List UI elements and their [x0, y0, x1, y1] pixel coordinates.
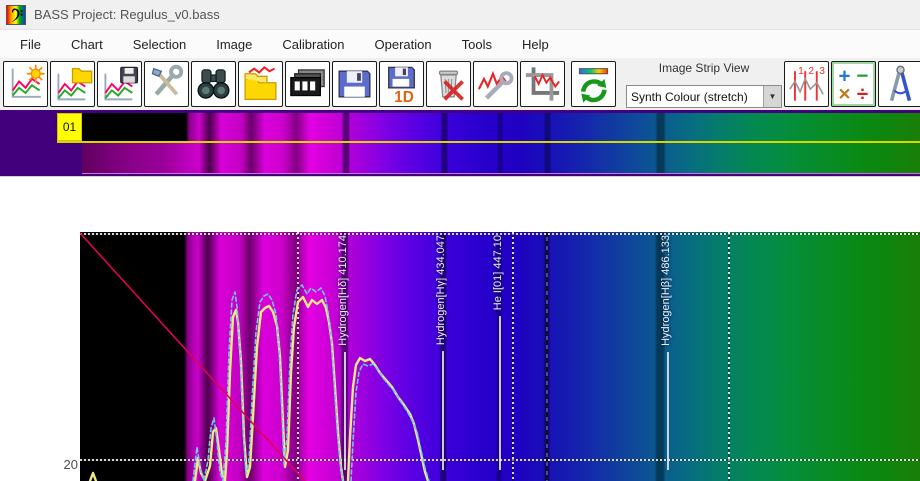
- menu-tools[interactable]: Tools: [462, 37, 492, 52]
- window-title: BASS Project: Regulus_v0.bass: [34, 7, 220, 22]
- save-project-button[interactable]: [97, 61, 142, 107]
- menu-image[interactable]: Image: [216, 37, 252, 52]
- spectral-line-label: Hydrogen[Hβ] 486.133: [660, 235, 672, 346]
- menubar: File Chart Selection Image Calibration O…: [0, 30, 920, 58]
- spectrum-plot[interactable]: Hydrogen[Hδ] 410.174 Hydrogen[Hγ] 434.047…: [80, 232, 920, 481]
- bass-window: BASS Project: Regulus_v0.bass File Chart…: [0, 0, 920, 481]
- svg-text:1: 1: [798, 66, 804, 77]
- app-icon: [6, 4, 26, 25]
- strip-bottom-line: [82, 173, 920, 174]
- menu-selection[interactable]: Selection: [133, 37, 186, 52]
- crop-profile-icon: [525, 67, 560, 101]
- compass-icon: [889, 65, 912, 102]
- y-tick-label: 20: [63, 457, 78, 472]
- svg-text:2: 2: [808, 66, 814, 77]
- floppy-1d-icon: 1D: [388, 66, 415, 105]
- spectral-line-label: Hydrogen[Hδ] 410.174: [337, 235, 349, 346]
- save-button[interactable]: [332, 61, 377, 107]
- profile-measured-curve: [88, 295, 430, 481]
- image-strip-view-label: Image Strip View: [658, 61, 750, 75]
- math-operations-button[interactable]: + − × ÷: [831, 61, 876, 107]
- strip-number-badge[interactable]: 01: [57, 113, 82, 141]
- math-operations-icon: + − × ÷: [839, 65, 869, 105]
- svg-text:÷: ÷: [857, 83, 868, 105]
- binoculars-icon: [197, 69, 230, 99]
- profile-tools-button[interactable]: [473, 61, 518, 107]
- profile-reference-curve: [192, 284, 430, 481]
- settings-button[interactable]: [144, 61, 189, 107]
- open-chart-folder-icon: [57, 67, 93, 101]
- open-profile-icon: [244, 65, 277, 101]
- element-lines-button[interactable]: 1 2 3: [784, 61, 829, 107]
- image-strip-view-group: Image Strip View Synth Colour (stretch) …: [626, 61, 782, 109]
- element-lines-icon: 1 2 3: [789, 66, 825, 101]
- save-1d-button[interactable]: 1D: [379, 61, 424, 107]
- spectral-line-leader: [667, 352, 669, 470]
- menu-operation[interactable]: Operation: [375, 37, 432, 52]
- menu-calibration[interactable]: Calibration: [282, 37, 344, 52]
- open-project-button[interactable]: [50, 61, 95, 107]
- response-slope-curve: [80, 232, 306, 481]
- menu-file[interactable]: File: [20, 37, 41, 52]
- svg-text:3: 3: [819, 66, 825, 77]
- new-chart-button[interactable]: [3, 61, 48, 107]
- strip-view-combobox[interactable]: Synth Colour (stretch) ▼: [626, 85, 782, 108]
- image-strip-panel: 01: [0, 110, 920, 177]
- search-button[interactable]: [191, 61, 236, 107]
- svg-text:1D: 1D: [394, 89, 414, 105]
- toolbar: 1D Image Strip View Synth Colour (stretc…: [0, 58, 920, 110]
- chevron-down-icon[interactable]: ▼: [763, 86, 781, 107]
- crop-profile-button[interactable]: [520, 61, 565, 107]
- strip-view-selected: Synth Colour (stretch): [631, 89, 748, 104]
- new-chart-icon: [11, 64, 45, 98]
- spectral-line-leader: [499, 316, 501, 470]
- chart-area: 2015 Hydrogen[Hδ] 410.174Hydrogen[Hγ] 43…: [0, 230, 920, 481]
- spectral-line-label: He I[01] 447.10: [492, 235, 504, 311]
- trash-delete-icon: [438, 70, 464, 101]
- image-stack-button[interactable]: [285, 61, 330, 107]
- spectral-line-label: Hydrogen[Hγ] 434.047: [435, 235, 447, 346]
- strip-image-row[interactable]: [82, 113, 920, 141]
- spectral-line-leader: [442, 351, 444, 470]
- profile-wrench-icon: [477, 70, 514, 100]
- refresh-button[interactable]: [571, 61, 616, 107]
- measure-button[interactable]: [878, 61, 920, 107]
- svg-text:×: ×: [839, 83, 851, 105]
- refresh-icon: [578, 68, 609, 103]
- spectral-line-leader: [344, 352, 346, 470]
- menu-help[interactable]: Help: [522, 37, 549, 52]
- image-stack-icon: [290, 69, 325, 97]
- menu-chart[interactable]: Chart: [71, 37, 103, 52]
- floppy-icon: [338, 70, 371, 98]
- titlebar: BASS Project: Regulus_v0.bass: [0, 0, 920, 30]
- save-chart-icon: [104, 66, 139, 101]
- tools-icon: [151, 64, 184, 96]
- open-profile-button[interactable]: [238, 61, 283, 107]
- strip-synth-row[interactable]: [82, 143, 920, 173]
- delete-button[interactable]: [426, 61, 471, 107]
